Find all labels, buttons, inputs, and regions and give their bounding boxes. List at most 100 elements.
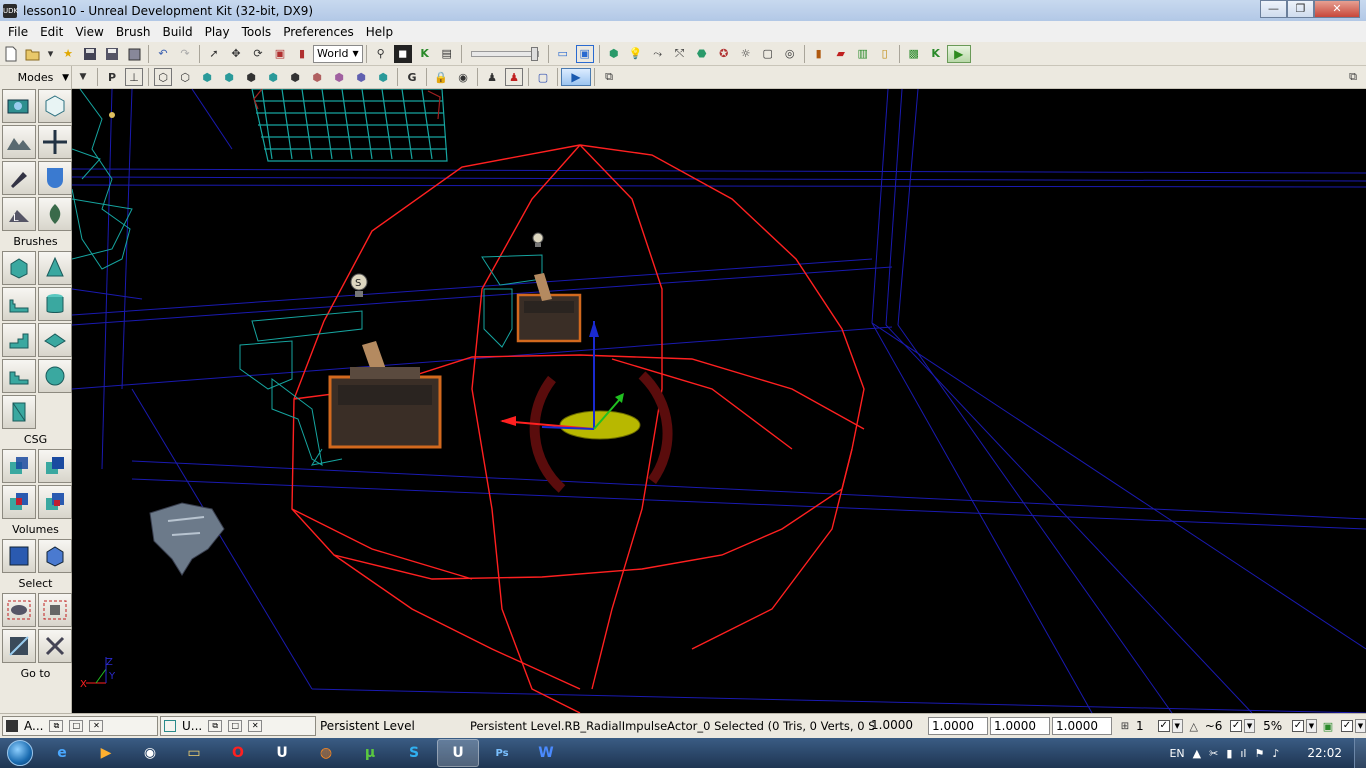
taskbar-udk-active-icon[interactable]: U — [437, 739, 479, 767]
viewport-menu-icon[interactable]: ▼ — [74, 68, 92, 86]
script-icon[interactable]: ▰ — [832, 45, 850, 63]
taskbar-media-player-icon[interactable]: ▶ — [85, 739, 127, 767]
menu-build[interactable]: Build — [156, 25, 198, 39]
scale-nonuniform-icon[interactable]: ▮ — [293, 45, 311, 63]
save-level-icon[interactable] — [125, 45, 143, 63]
paint-mode-button[interactable] — [2, 161, 36, 195]
detail-lighting-icon[interactable]: ⬢ — [242, 68, 260, 86]
game-view-g-icon[interactable]: G — [403, 68, 421, 86]
taskbar-opera-icon[interactable]: O — [217, 739, 259, 767]
maximize-icon[interactable]: □ — [228, 720, 243, 732]
minimized-window-2[interactable]: U... ⧉ □ ✕ — [160, 716, 316, 736]
start-button[interactable] — [0, 738, 40, 768]
texture-align-mode-button[interactable] — [38, 161, 72, 195]
minimized-window-1[interactable]: A... ⧉ □ ✕ — [2, 716, 158, 736]
move-mode-button[interactable] — [38, 125, 72, 159]
save-icon[interactable] — [81, 45, 99, 63]
lighting-quality-icon[interactable]: ☼ — [737, 45, 755, 63]
console-icon[interactable]: ▥ — [854, 45, 872, 63]
select-arrow-icon[interactable]: ➚ — [205, 45, 223, 63]
crate-actor-1[interactable] — [328, 341, 442, 449]
map-check-icon[interactable]: ◎ — [781, 45, 799, 63]
rotation-snap-checkbox[interactable]: ✓ — [1230, 720, 1243, 732]
taskbar-word-icon[interactable]: W — [525, 739, 567, 767]
menu-brush[interactable]: Brush — [110, 25, 157, 39]
minimize-button[interactable]: — — [1260, 0, 1287, 18]
build-ai-icon[interactable]: ✪ — [715, 45, 733, 63]
maximize-icon[interactable]: □ — [69, 720, 84, 732]
show-all-button[interactable] — [38, 629, 72, 663]
restore-viewport-icon[interactable]: ⧉ — [1344, 68, 1362, 86]
play-in-viewport-button[interactable]: ▶ — [561, 68, 591, 86]
viewport-type-icon[interactable]: ⊥ — [125, 68, 143, 86]
linear-stair-brush-button[interactable] — [2, 323, 36, 357]
coordinate-system-select[interactable]: World ▼ — [313, 44, 363, 63]
mobile-icon[interactable]: ▯ — [876, 45, 894, 63]
taskbar-photoshop-icon[interactable]: Ps — [481, 739, 523, 767]
taskbar-internet-explorer-icon[interactable]: e — [41, 739, 83, 767]
lighting-only-icon[interactable]: ⬢ — [264, 68, 282, 86]
menu-file[interactable]: File — [2, 25, 34, 39]
volume-dropdown-button[interactable] — [38, 539, 72, 573]
taskbar-firefox-icon[interactable]: ◍ — [305, 739, 347, 767]
note-actor-sprite[interactable] — [149, 502, 225, 576]
terrain-mode-button[interactable] — [2, 125, 36, 159]
open-icon[interactable] — [24, 45, 42, 63]
taskbar-skype-icon[interactable]: S — [393, 739, 435, 767]
tray-volume-icon[interactable]: ♪ — [1272, 747, 1279, 760]
undo-icon[interactable]: ↶ — [154, 45, 172, 63]
add-volume-button[interactable] — [2, 539, 36, 573]
new-icon[interactable] — [2, 45, 20, 63]
scale-y-input[interactable]: 1.0000 — [990, 717, 1050, 735]
menu-tools[interactable]: Tools — [236, 25, 278, 39]
csg-add-button[interactable] — [2, 449, 36, 483]
maximize-viewport-icon[interactable]: ▢ — [534, 68, 552, 86]
csg-deintersect-button[interactable] — [38, 485, 72, 519]
build-lighting-icon[interactable]: 💡 — [627, 45, 645, 63]
menu-help[interactable]: Help — [360, 25, 399, 39]
favorite-icon[interactable]: ★ — [59, 45, 77, 63]
light-complexity-icon[interactable]: ⬢ — [286, 68, 304, 86]
landscape-mode-button[interactable]: L — [2, 197, 36, 231]
tray-flag-icon[interactable]: ⚑ — [1255, 747, 1265, 760]
light-sprite-icon[interactable]: S — [350, 273, 368, 297]
drag-grid-dropdown[interactable]: ▼ — [1355, 719, 1366, 733]
wireframe-icon[interactable]: ⬡ — [176, 68, 194, 86]
grid-snap-checkbox[interactable]: ✓ — [1157, 720, 1170, 732]
menu-preferences[interactable]: Preferences — [277, 25, 360, 39]
unlit-icon[interactable]: ⬢ — [198, 68, 216, 86]
scale-snap-checkbox[interactable]: ✓ — [1292, 720, 1304, 732]
generic-browser-icon[interactable]: ▣ — [575, 44, 594, 63]
content-browser-icon[interactable]: ▭ — [554, 45, 572, 63]
language-indicator[interactable]: EN — [1169, 747, 1184, 760]
drag-grid-checkbox[interactable]: ✓ — [1341, 720, 1353, 732]
show-desktop-button[interactable] — [1354, 738, 1366, 768]
tray-network-icon[interactable]: ▮ — [1226, 747, 1232, 760]
foliage-mode-button[interactable] — [38, 197, 72, 231]
chevron-down-icon[interactable]: ▼ — [62, 73, 69, 83]
brush-wireframe-icon[interactable]: ⬡ — [154, 68, 172, 86]
build-all-icon[interactable]: ⬣ — [693, 45, 711, 63]
binoculars-icon[interactable]: ⚲ — [372, 45, 390, 63]
cylinder-brush-button[interactable] — [38, 287, 72, 321]
viewport-options-icon[interactable]: ⧉ — [600, 68, 618, 86]
scale-x-input[interactable]: 1.0000 — [928, 717, 988, 735]
lighting-only-lightmap-icon[interactable]: ⬢ — [374, 68, 392, 86]
lightmap-density-icon[interactable]: ⬢ — [352, 68, 370, 86]
game-settings-icon[interactable]: ▮ — [810, 45, 828, 63]
csg-intersect-button[interactable] — [2, 485, 36, 519]
taskbar-game-icon[interactable]: ◉ — [129, 739, 171, 767]
lit-icon[interactable]: ⬢ — [220, 68, 238, 86]
shader-complexity-icon[interactable]: ⬢ — [330, 68, 348, 86]
open-dropdown-icon[interactable]: ▾ — [46, 45, 55, 63]
kismet-play-icon[interactable]: K — [927, 45, 945, 63]
kismet-actor-icon[interactable]: ◼ — [393, 44, 412, 63]
drag-scale-field[interactable]: 1.0000 — [868, 717, 926, 735]
perspective-viewport[interactable]: S X Y Z — [72, 89, 1366, 713]
small-light-icon[interactable] — [109, 112, 115, 118]
geometry-mode-button[interactable] — [38, 89, 72, 123]
point-light-icon[interactable] — [532, 232, 544, 247]
menu-play[interactable]: Play — [199, 25, 236, 39]
taskbar-udk-icon[interactable]: U — [261, 739, 303, 767]
close-icon[interactable]: ✕ — [89, 720, 104, 732]
